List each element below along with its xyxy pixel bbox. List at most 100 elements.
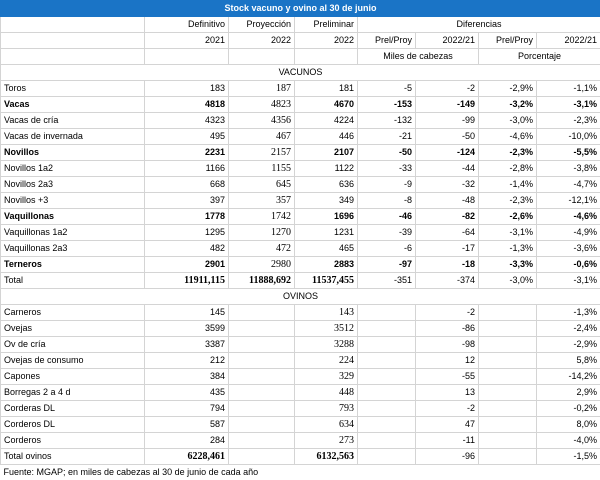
table-row: Vaquillonas 1a2129512701231-39-64-3,1%-4…: [1, 225, 600, 241]
header-year-2022-prel: 2022: [295, 33, 358, 49]
source-section: Fuente: MGAP; en miles de cabezas al 30 …: [1, 465, 600, 480]
value-definitivo: 1166: [145, 161, 229, 177]
value-definitivo: 3387: [145, 337, 229, 353]
pct-2022-21: -1,1%: [537, 81, 600, 97]
value-proyeccion: [229, 369, 295, 385]
table-row: Total ovinos6228,4616132,563-96-1,5%: [1, 449, 600, 465]
pct-prel-proy: [479, 385, 537, 401]
pct-2022-21: -2,9%: [537, 337, 600, 353]
stock-table-sheet: Stock vacuno y ovino al 30 de junio Defi…: [0, 0, 600, 456]
value-definitivo: 668: [145, 177, 229, 193]
value-preliminar: 636: [295, 177, 358, 193]
row-label: Novillos 1a2: [1, 161, 145, 177]
value-preliminar: 1122: [295, 161, 358, 177]
source-row: Fuente: MGAP; en miles de cabezas al 30 …: [1, 465, 600, 480]
diff-prel-proy: [358, 449, 416, 465]
pct-2022-21: -10,0%: [537, 129, 600, 145]
pct-prel-proy: [479, 305, 537, 321]
value-proyeccion: 2980: [229, 257, 295, 273]
pct-2022-21: -3,8%: [537, 161, 600, 177]
ovinos-section: OVINOS: [1, 289, 600, 305]
diff-2022-21: -2: [416, 81, 479, 97]
diff-2022-21: -98: [416, 337, 479, 353]
value-proyeccion: [229, 417, 295, 433]
header-row-3: Miles de cabezas Porcentaje: [1, 49, 600, 65]
value-definitivo: 1295: [145, 225, 229, 241]
value-preliminar: 446: [295, 129, 358, 145]
table-row: Corderos284273-11-4,0%: [1, 433, 600, 449]
header-2022-21-pct: 2022/21: [537, 33, 600, 49]
pct-prel-proy: -2,3%: [479, 193, 537, 209]
header-proyeccion: Proyección: [229, 17, 295, 33]
pct-2022-21: -1,5%: [537, 449, 600, 465]
table-title: Stock vacuno y ovino al 30 de junio: [1, 1, 600, 17]
diff-2022-21: -96: [416, 449, 479, 465]
ovinos-body: Carneros145143-2-1,3%Ovejas35993512-86-2…: [1, 305, 600, 465]
pct-prel-proy: [479, 321, 537, 337]
row-label: Vaquillonas 1a2: [1, 225, 145, 241]
value-proyeccion: [229, 433, 295, 449]
pct-2022-21: -12,1%: [537, 193, 600, 209]
header-preliminar: Preliminar: [295, 17, 358, 33]
row-label: Vacas de invernada: [1, 129, 145, 145]
pct-2022-21: -2,4%: [537, 321, 600, 337]
diff-2022-21: -44: [416, 161, 479, 177]
diff-prel-proy: -153: [358, 97, 416, 113]
pct-2022-21: -0,2%: [537, 401, 600, 417]
section-vacunos-label: VACUNOS: [1, 65, 600, 81]
diff-2022-21: -64: [416, 225, 479, 241]
table-row: Novillos 2a3668645636-9-32-1,4%-4,7%: [1, 177, 600, 193]
row-label: Ov de cría: [1, 337, 145, 353]
pct-2022-21: 5,8%: [537, 353, 600, 369]
header-row-1: Definitivo Proyección Preliminar Diferen…: [1, 17, 600, 33]
diff-prel-proy: -46: [358, 209, 416, 225]
value-definitivo: 384: [145, 369, 229, 385]
value-definitivo: 2231: [145, 145, 229, 161]
value-definitivo: 794: [145, 401, 229, 417]
pct-2022-21: -3,1%: [537, 273, 600, 289]
pct-prel-proy: -3,3%: [479, 257, 537, 273]
value-preliminar: 3288: [295, 337, 358, 353]
table-row: Vaquillonas177817421696-46-82-2,6%-4,6%: [1, 209, 600, 225]
value-definitivo: 6228,461: [145, 449, 229, 465]
pct-prel-proy: -2,6%: [479, 209, 537, 225]
pct-2022-21: -4,0%: [537, 433, 600, 449]
value-preliminar: 273: [295, 433, 358, 449]
diff-2022-21: -48: [416, 193, 479, 209]
source-note: Fuente: MGAP; en miles de cabezas al 30 …: [1, 465, 600, 480]
value-preliminar: 3512: [295, 321, 358, 337]
diff-prel-proy: [358, 321, 416, 337]
pct-2022-21: 2,9%: [537, 385, 600, 401]
table-row: Vacas de cría432343564224-132-99-3,0%-2,…: [1, 113, 600, 129]
pct-2022-21: -0,6%: [537, 257, 600, 273]
table-row: Novillos +3397357349-8-48-2,3%-12,1%: [1, 193, 600, 209]
vacunos-body: Toros183187181-5-2-2,9%-1,1%Vacas4818482…: [1, 81, 600, 289]
value-proyeccion: 2157: [229, 145, 295, 161]
value-definitivo: 212: [145, 353, 229, 369]
pct-2022-21: -3,1%: [537, 97, 600, 113]
diff-prel-proy: [358, 353, 416, 369]
value-preliminar: 4670: [295, 97, 358, 113]
value-preliminar: 4224: [295, 113, 358, 129]
diff-2022-21: -18: [416, 257, 479, 273]
value-preliminar: 181: [295, 81, 358, 97]
diff-2022-21: -55: [416, 369, 479, 385]
value-proyeccion: 357: [229, 193, 295, 209]
section-ovinos-row: OVINOS: [1, 289, 600, 305]
table-row: Novillos 1a2116611551122-33-44-2,8%-3,8%: [1, 161, 600, 177]
value-proyeccion: 472: [229, 241, 295, 257]
value-proyeccion: 4823: [229, 97, 295, 113]
row-label: Novillos 2a3: [1, 177, 145, 193]
diff-prel-proy: [358, 385, 416, 401]
value-proyeccion: [229, 401, 295, 417]
diff-prel-proy: -39: [358, 225, 416, 241]
pct-prel-proy: -3,1%: [479, 225, 537, 241]
header-prel-proy-abs: Prel/Proy: [358, 33, 416, 49]
pct-prel-proy: -1,3%: [479, 241, 537, 257]
pct-prel-proy: -3,0%: [479, 273, 537, 289]
row-label: Vacas: [1, 97, 145, 113]
value-proyeccion: [229, 305, 295, 321]
value-proyeccion: 1270: [229, 225, 295, 241]
diff-2022-21: -50: [416, 129, 479, 145]
row-label: Capones: [1, 369, 145, 385]
